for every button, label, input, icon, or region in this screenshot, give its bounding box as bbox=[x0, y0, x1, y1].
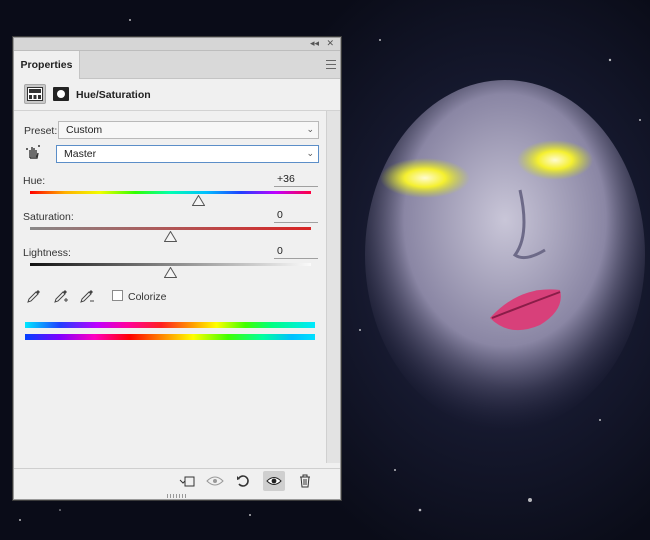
adjustment-controls: Preset: Custom ⌄ Master ⌄ Hue: +36 Satur… bbox=[14, 111, 340, 467]
lightness-slider-thumb[interactable] bbox=[163, 266, 178, 278]
colorize-label: Colorize bbox=[128, 291, 167, 303]
reset-icon[interactable] bbox=[232, 471, 254, 491]
properties-panel: ◂◂ ✕ Properties Hue/Saturation Preset: C… bbox=[13, 37, 341, 500]
hue-value-field[interactable]: +36 bbox=[274, 173, 318, 187]
hue-saturation-adjustment-icon[interactable] bbox=[24, 84, 46, 104]
eyedropper-subtract-icon[interactable] bbox=[78, 287, 96, 305]
preset-label: Preset: bbox=[24, 125, 58, 137]
panel-topbar: ◂◂ ✕ bbox=[14, 38, 340, 51]
close-panel-button[interactable]: ✕ bbox=[326, 38, 334, 51]
hand-adjust-icon[interactable] bbox=[24, 143, 42, 161]
hue-slider-thumb[interactable] bbox=[191, 194, 206, 206]
channel-value: Master bbox=[64, 148, 97, 160]
adjusted-spectrum-bar bbox=[25, 334, 315, 340]
lightness-value-field[interactable]: 0 bbox=[274, 245, 318, 259]
delete-trash-icon[interactable] bbox=[294, 471, 316, 491]
view-previous-state-icon[interactable] bbox=[204, 471, 226, 491]
chevron-down-icon: ⌄ bbox=[306, 125, 314, 135]
eyedropper-add-icon[interactable] bbox=[52, 287, 70, 305]
lightness-slider-track[interactable] bbox=[30, 263, 311, 266]
hue-slider-track[interactable] bbox=[30, 191, 311, 194]
hue-label: Hue: bbox=[23, 175, 46, 187]
eyedropper-icon[interactable] bbox=[25, 287, 43, 305]
panel-menu-icon[interactable] bbox=[326, 60, 336, 69]
collapse-panel-button[interactable]: ◂◂ bbox=[310, 38, 319, 51]
preset-value: Custom bbox=[66, 124, 103, 136]
colorize-checkbox[interactable] bbox=[112, 290, 123, 301]
saturation-slider-thumb[interactable] bbox=[163, 230, 178, 242]
saturation-label: Saturation: bbox=[23, 211, 74, 223]
source-spectrum-bar bbox=[25, 322, 315, 328]
visibility-eye-icon[interactable] bbox=[263, 471, 285, 491]
preset-dropdown[interactable]: Custom ⌄ bbox=[58, 121, 319, 139]
panel-footer bbox=[14, 468, 340, 492]
adjustment-header: Hue/Saturation bbox=[14, 79, 340, 111]
panel-tab-row: Properties bbox=[14, 51, 340, 79]
tab-properties[interactable]: Properties bbox=[14, 51, 80, 79]
saturation-value-field[interactable]: 0 bbox=[274, 209, 318, 223]
clip-to-layer-icon[interactable] bbox=[176, 471, 198, 491]
adjustment-title: Hue/Saturation bbox=[76, 89, 151, 101]
layer-mask-icon[interactable] bbox=[50, 84, 72, 104]
panel-scrollbar[interactable] bbox=[326, 111, 340, 463]
lightness-label: Lightness: bbox=[23, 247, 71, 259]
chevron-down-icon: ⌄ bbox=[306, 149, 314, 159]
channel-dropdown[interactable]: Master ⌄ bbox=[56, 145, 319, 163]
saturation-slider-track[interactable] bbox=[30, 227, 311, 230]
resize-grip[interactable] bbox=[167, 494, 187, 498]
